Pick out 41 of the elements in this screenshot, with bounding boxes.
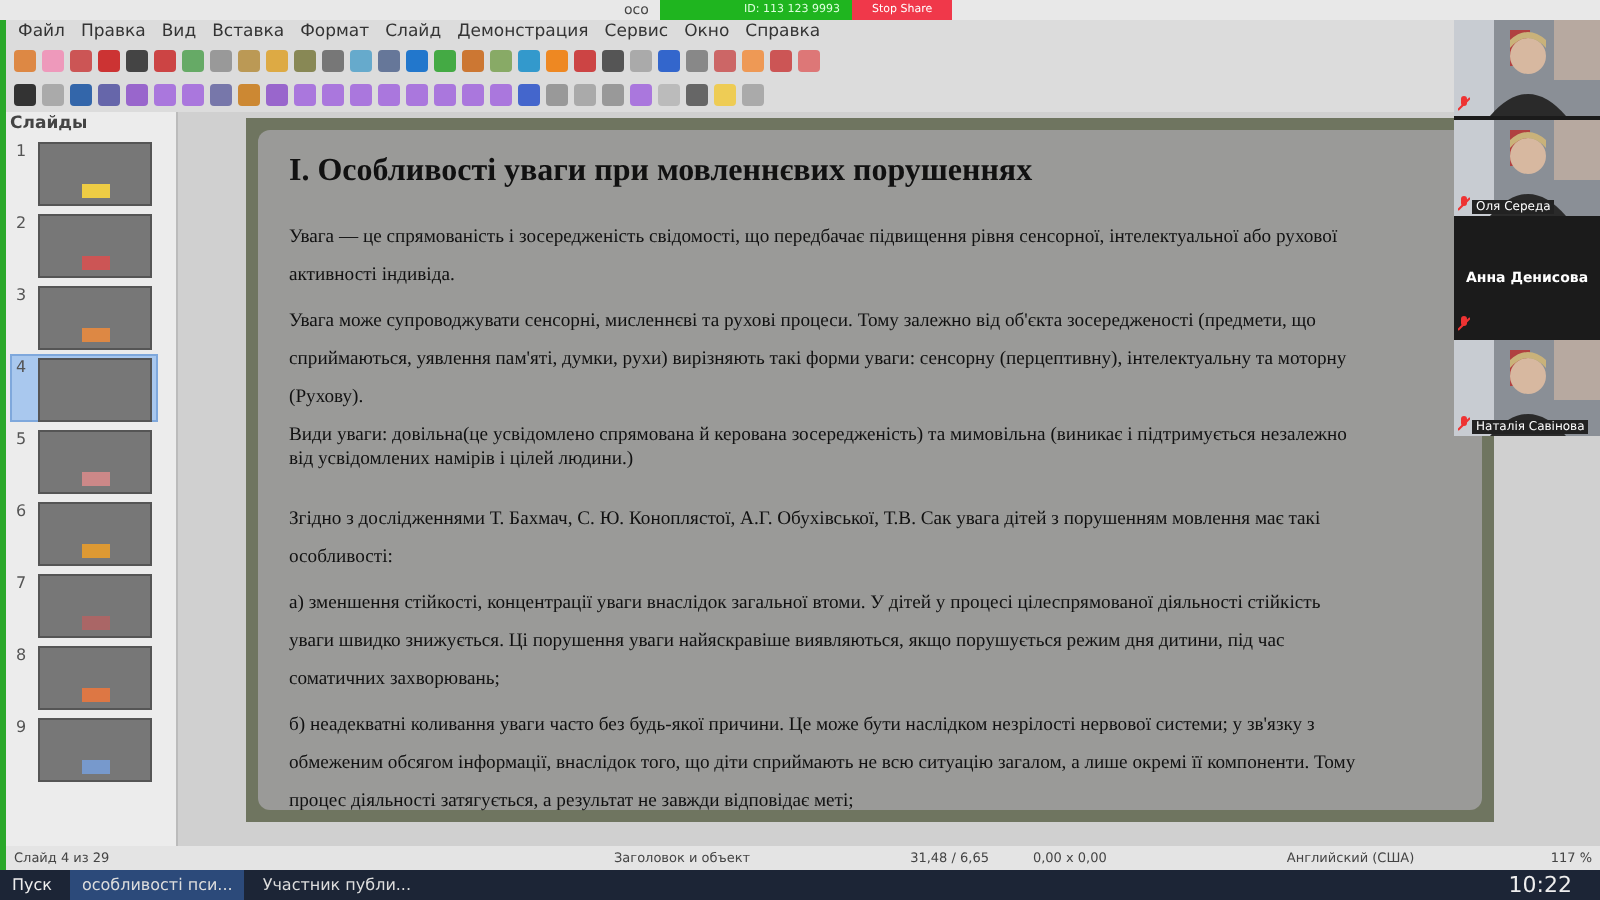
slide-paragraph: Увага може супроводжувати сенсорні, мисленнєві та рухові процеси. Тому залежно від об'єкта зосередженості (предмети, що сприймаються, уявлення пам'яті, думки, рухи) вирізняють такі форми уваги: сенсорну (перцептивну), інтелектуальну та моторну (Рухову). xyxy=(289,308,1349,412)
slide-title: І. Особливості уваги при мовленнєвих порушеннях xyxy=(289,154,1035,190)
slide-paragraph: Згідно з дослідженнями Т. Бахмач, С. Ю. Коноплястої, А.Г. Обухівської, Т.В. Сак увага дітей з порушенням мовлення має такі особливості: xyxy=(289,506,1323,572)
tool-icon[interactable] xyxy=(518,84,540,106)
tool-icon[interactable] xyxy=(406,50,428,72)
tool-icon[interactable] xyxy=(322,50,344,72)
taskbar-item[interactable]: Участник публи... xyxy=(250,870,424,900)
muted-mic-icon xyxy=(1458,316,1470,332)
start-button[interactable]: Пуск xyxy=(0,876,64,894)
menu-item[interactable]: Файл xyxy=(10,22,73,42)
menu-item[interactable]: Вставка xyxy=(204,22,293,42)
tool-icon[interactable] xyxy=(98,84,120,106)
tool-icon[interactable] xyxy=(70,84,92,106)
tool-icon[interactable] xyxy=(154,50,176,72)
menu-item[interactable]: Вид xyxy=(153,22,205,42)
menu-item[interactable]: Сервис xyxy=(596,22,677,42)
slide-paragraph: а) зменшення стійкості, концентрації уваги внаслідок загальної втоми. У дітей у процесі цілеспрямованої діяльності стійкість уваги швидко знижується. Ці порушення уваги найяскравіше виявляються, якщо порушується режим дня дитини, під час соматичних захворювань; xyxy=(289,590,1323,694)
tool-icon[interactable] xyxy=(14,84,36,106)
panel-title: Слайды xyxy=(8,112,90,138)
menu-item[interactable]: Окно xyxy=(676,22,738,42)
muted-mic-icon xyxy=(1458,96,1470,112)
slide-paragraph: Види уваги: довільна(це усвідомлено спрямована й керована зосередженість) та мимовільна (виникає і підтримується незалежно від усвідомлених намірів і цілей людини.) xyxy=(289,424,1349,472)
tool-icon[interactable] xyxy=(126,50,148,72)
slide-item[interactable]: 4 xyxy=(10,354,158,422)
clock: 10:22 xyxy=(1508,872,1574,898)
muted-mic-icon xyxy=(1458,196,1470,212)
tool-icon[interactable] xyxy=(98,50,120,72)
tool-icon[interactable] xyxy=(378,50,400,72)
taskbar-item[interactable]: особливості пси... xyxy=(69,870,245,900)
menu-item[interactable]: Слайд xyxy=(377,22,450,42)
menu-item[interactable]: Правка xyxy=(72,22,154,42)
menu-item[interactable]: Демонстрация xyxy=(449,22,597,42)
menu-item[interactable]: Формат xyxy=(292,22,378,42)
tool-icon[interactable] xyxy=(686,84,708,106)
tool-icon[interactable] xyxy=(602,50,624,72)
tool-icon[interactable] xyxy=(574,50,596,72)
muted-mic-icon xyxy=(1458,416,1470,432)
menu-item[interactable]: Справка xyxy=(737,22,829,42)
tool-icon[interactable] xyxy=(658,50,680,72)
slide-paragraph: Увага — це спрямованість і зосередженість свідомості, що передбачає підвищення рівня сенсорної, інтелектуальної або рухової активності індивіда. xyxy=(289,224,1340,290)
slide-paragraph: б) неадекватні коливання уваги часто без будь-якої причини. Це може бути наслідком незрілості нервової системи; у зв'язку з обмеженим обсягом інформації, внаслідок того, що діти сприймають не всю ситуацію загалом, а лише окремі її компоненти. Тому процес діяльності затягується, а результат не завжди відповідає меті; xyxy=(289,712,1358,816)
